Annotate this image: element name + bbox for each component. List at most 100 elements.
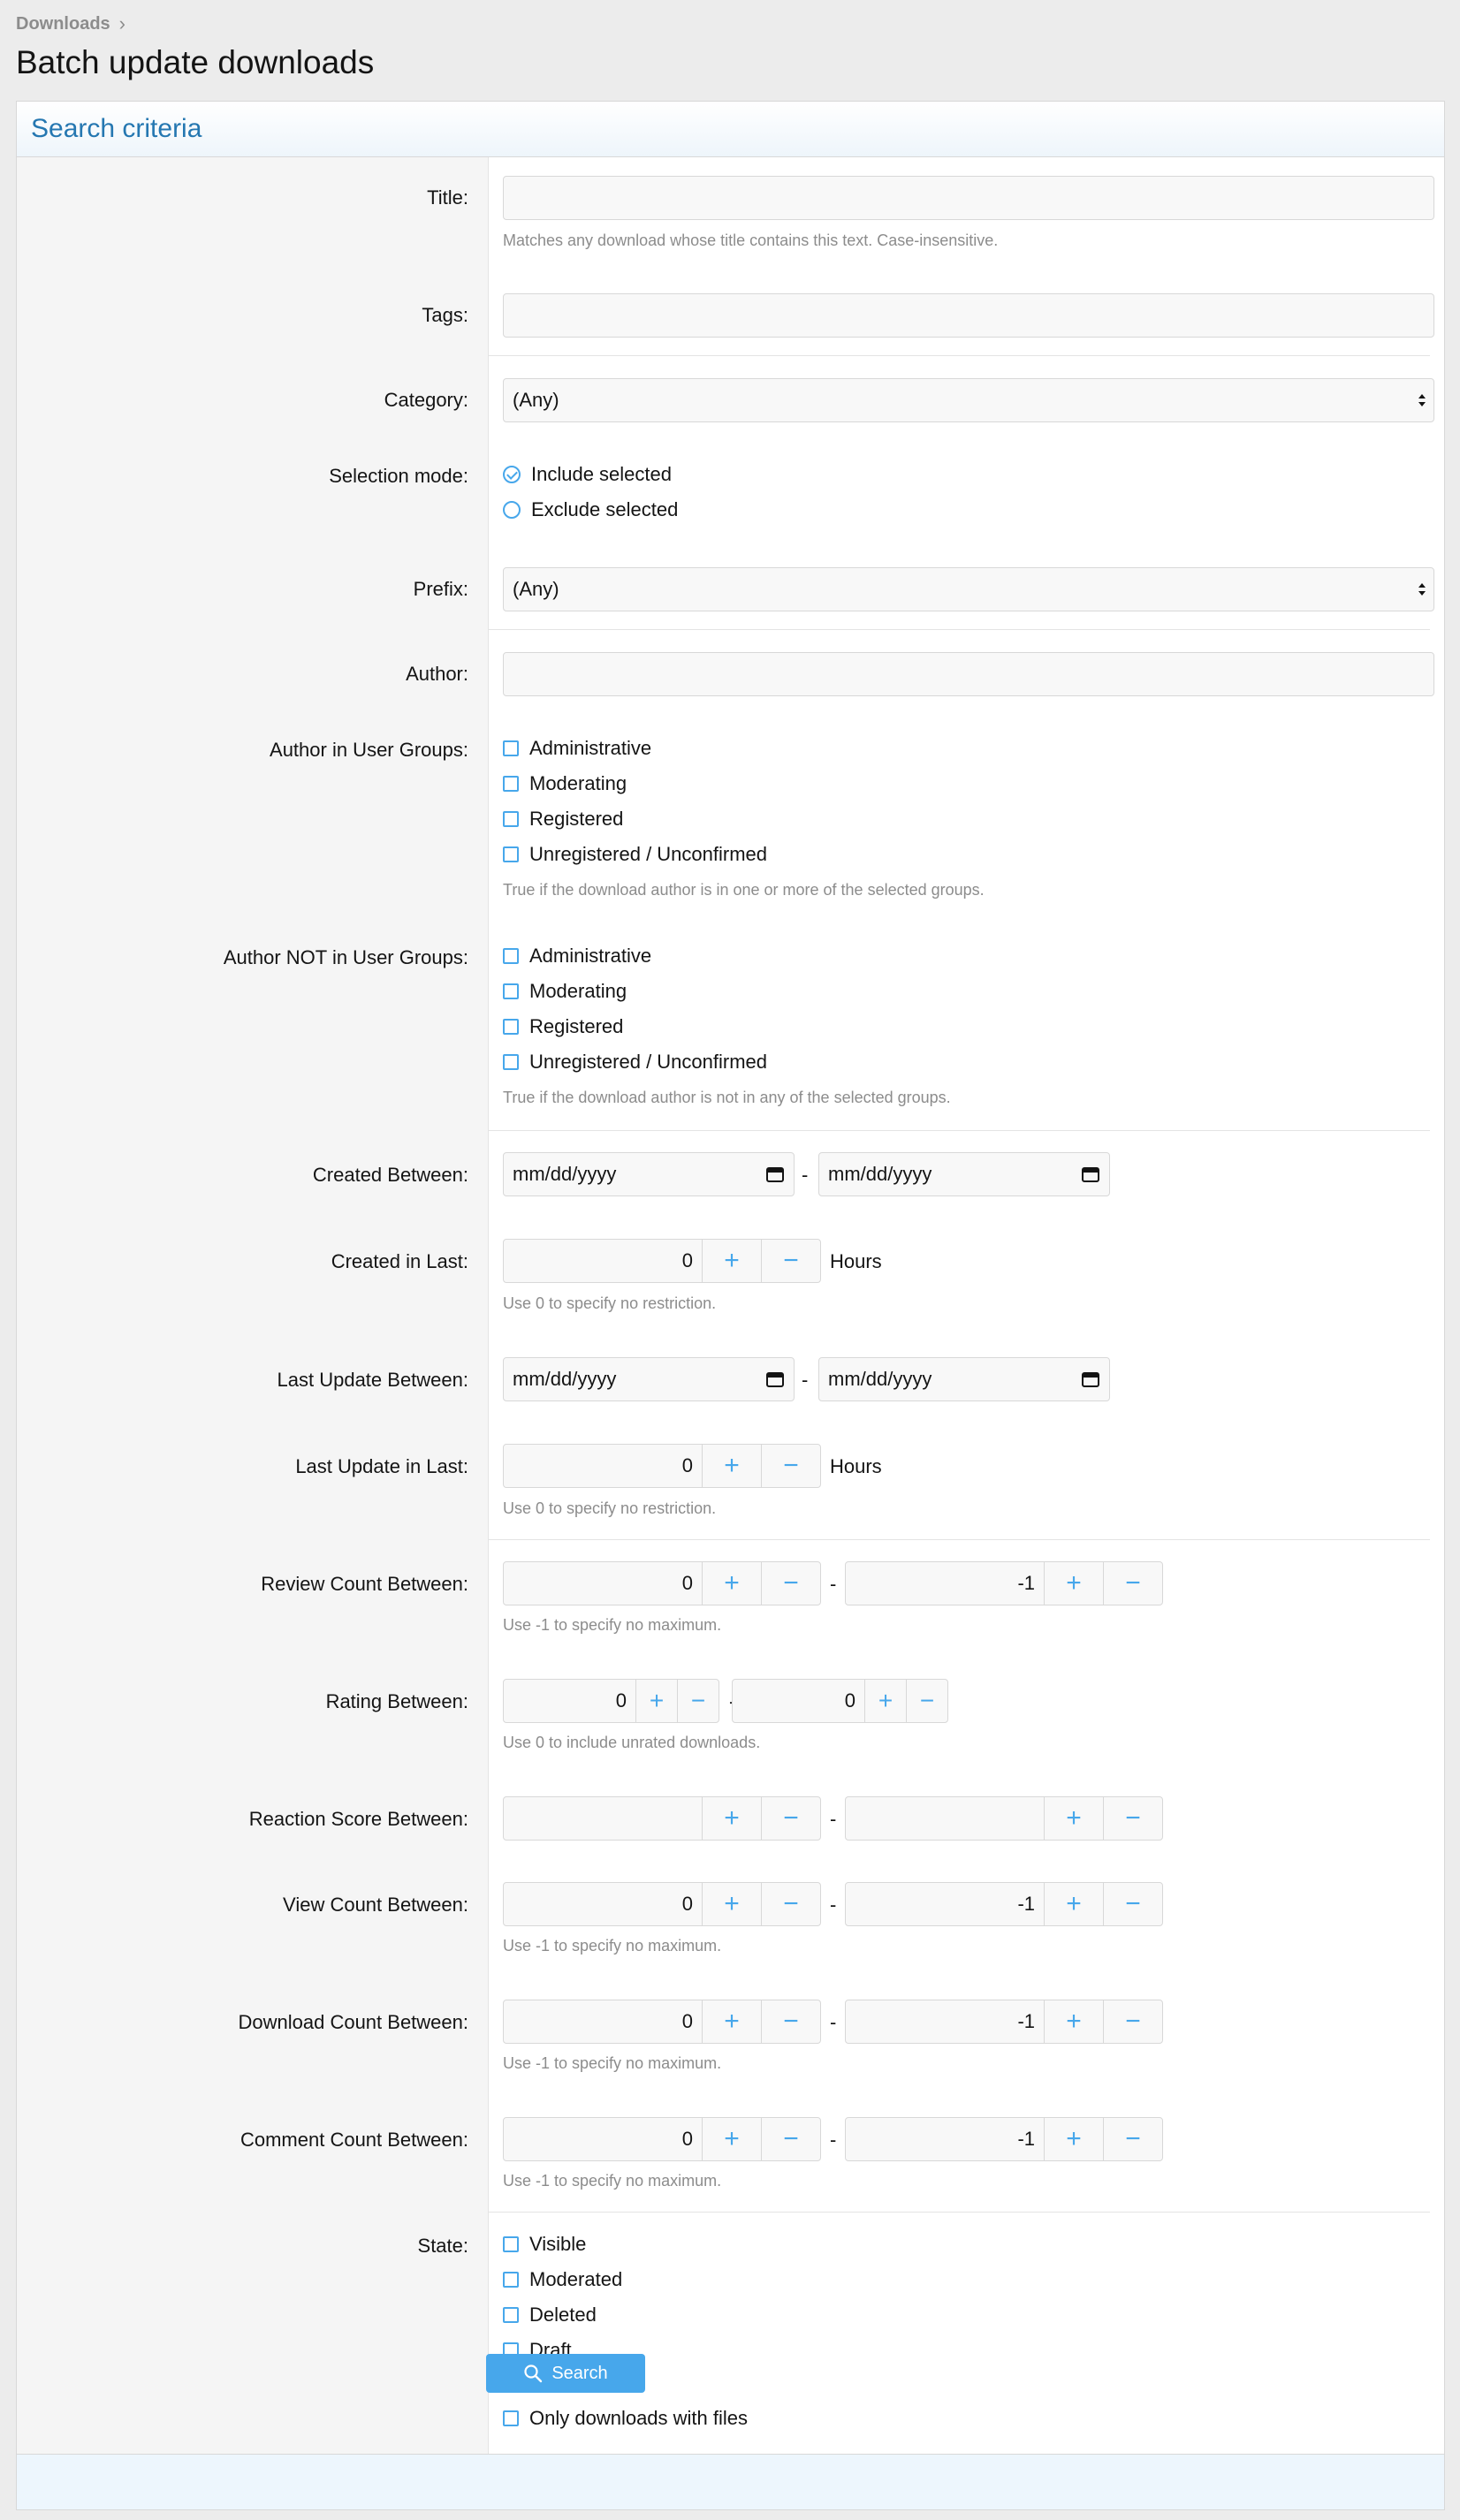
title-input[interactable] xyxy=(503,176,1434,220)
minus-button[interactable]: − xyxy=(761,1562,820,1605)
stepper-value[interactable]: -1 xyxy=(846,2118,1045,2160)
created-end-date[interactable]: mm/dd/yyyy xyxy=(818,1152,1110,1196)
block-header: Search criteria xyxy=(17,102,1444,157)
stepper-value[interactable]: 0 xyxy=(504,1562,703,1605)
minus-button[interactable]: − xyxy=(761,1240,820,1282)
plus-button[interactable]: + xyxy=(703,2118,761,2160)
breadcrumb-downloads-link[interactable]: Downloads xyxy=(16,14,110,34)
download-count-min-stepper[interactable]: 0 + − xyxy=(503,2000,821,2044)
created-start-date[interactable]: mm/dd/yyyy xyxy=(503,1152,795,1196)
author-in-group-checkbox[interactable]: Unregistered / Unconfirmed xyxy=(503,843,767,866)
title-hint: Matches any download whose title contain… xyxy=(503,232,999,249)
created-in-last-stepper[interactable]: 0 + − xyxy=(503,1239,821,1283)
tags-input[interactable] xyxy=(503,293,1434,338)
rating-hint: Use 0 to include unrated downloads. xyxy=(503,1734,761,1751)
state-moderated-checkbox[interactable]: Moderated xyxy=(503,2268,622,2291)
stepper-value[interactable]: -1 xyxy=(846,2000,1045,2043)
only-files-checkbox[interactable]: Only downloads with files xyxy=(503,2407,748,2430)
author-input[interactable] xyxy=(503,652,1434,696)
minus-button[interactable]: − xyxy=(1103,1562,1162,1605)
author-in-group-checkbox[interactable]: Moderating xyxy=(503,772,627,795)
created-between-label: Created Between: xyxy=(312,1164,468,1186)
comment-count-max-stepper[interactable]: -1 + − xyxy=(845,2117,1163,2161)
rating-min-stepper[interactable]: 0 + − xyxy=(503,1679,719,1723)
plus-button[interactable]: + xyxy=(1045,1797,1103,1840)
last-update-end-date[interactable]: mm/dd/yyyy xyxy=(818,1357,1110,1401)
stepper-value[interactable] xyxy=(846,1797,1045,1840)
plus-button[interactable]: + xyxy=(703,1562,761,1605)
download-count-max-stepper[interactable]: -1 + − xyxy=(845,2000,1163,2044)
stepper-value[interactable]: 0 xyxy=(504,1680,636,1722)
minus-button[interactable]: − xyxy=(761,1797,820,1840)
author-in-group-checkbox[interactable]: Administrative xyxy=(503,737,651,760)
stepper-value[interactable]: -1 xyxy=(846,1883,1045,1925)
stepper-value[interactable]: 0 xyxy=(733,1680,865,1722)
review-count-max-stepper[interactable]: -1 + − xyxy=(845,1561,1163,1605)
minus-button[interactable]: − xyxy=(906,1680,947,1722)
reaction-score-min-stepper[interactable]: + − xyxy=(503,1796,821,1841)
plus-button[interactable]: + xyxy=(703,1797,761,1840)
last-update-start-date[interactable]: mm/dd/yyyy xyxy=(503,1357,795,1401)
checkbox-icon xyxy=(503,811,519,827)
state-visible-checkbox[interactable]: Visible xyxy=(503,2233,586,2256)
stepper-value[interactable]: 0 xyxy=(504,1883,703,1925)
view-count-max-stepper[interactable]: -1 + − xyxy=(845,1882,1163,1926)
author-not-in-group-checkbox[interactable]: Moderating xyxy=(503,980,627,1003)
stepper-value[interactable]: 0 xyxy=(504,1240,703,1282)
form-footer xyxy=(17,2454,1444,2509)
comment-count-min-stepper[interactable]: 0 + − xyxy=(503,2117,821,2161)
plus-button[interactable]: + xyxy=(1045,1562,1103,1605)
review-count-label: Review Count Between: xyxy=(261,1573,468,1595)
prefix-select-value: (Any) xyxy=(513,578,559,600)
plus-button[interactable]: + xyxy=(703,1240,761,1282)
prefix-select[interactable]: (Any) xyxy=(503,567,1434,611)
selection-mode-exclude-radio[interactable]: Exclude selected xyxy=(503,498,678,521)
minus-button[interactable]: − xyxy=(761,2118,820,2160)
selection-mode-include-radio[interactable]: Include selected xyxy=(503,463,672,486)
plus-button[interactable]: + xyxy=(703,1883,761,1925)
minus-button[interactable]: − xyxy=(761,2000,820,2043)
plus-button[interactable]: + xyxy=(865,1680,906,1722)
plus-button[interactable]: + xyxy=(636,1680,677,1722)
calendar-icon[interactable] xyxy=(1081,1165,1100,1183)
divider xyxy=(489,1539,1430,1540)
last-update-in-last-label: Last Update in Last: xyxy=(295,1455,468,1477)
reaction-score-max-stepper[interactable]: + − xyxy=(845,1796,1163,1841)
calendar-icon[interactable] xyxy=(765,1370,785,1388)
stepper-value[interactable] xyxy=(504,1797,703,1840)
calendar-icon[interactable] xyxy=(1081,1370,1100,1388)
category-select[interactable]: (Any) xyxy=(503,378,1434,422)
stepper-value[interactable]: -1 xyxy=(846,1562,1045,1605)
breadcrumb: Downloads › xyxy=(16,12,125,35)
author-not-in-group-checkbox[interactable]: Administrative xyxy=(503,945,651,968)
minus-button[interactable]: − xyxy=(1103,1797,1162,1840)
last-update-in-last-stepper[interactable]: 0 + − xyxy=(503,1444,821,1488)
plus-button[interactable]: + xyxy=(1045,2118,1103,2160)
calendar-icon[interactable] xyxy=(765,1165,785,1183)
view-count-min-stepper[interactable]: 0 + − xyxy=(503,1882,821,1926)
minus-button[interactable]: − xyxy=(1103,2000,1162,2043)
author-in-group-checkbox[interactable]: Registered xyxy=(503,808,623,831)
unit-label: Hours xyxy=(830,1455,882,1477)
state-deleted-checkbox[interactable]: Deleted xyxy=(503,2304,597,2326)
plus-button[interactable]: + xyxy=(703,2000,761,2043)
author-not-in-group-checkbox[interactable]: Registered xyxy=(503,1015,623,1038)
minus-button[interactable]: − xyxy=(1103,1883,1162,1925)
review-count-min-stepper[interactable]: 0 + − xyxy=(503,1561,821,1605)
created-in-last-label: Created in Last: xyxy=(331,1250,468,1272)
stepper-value[interactable]: 0 xyxy=(504,2000,703,2043)
stepper-value[interactable]: 0 xyxy=(504,1445,703,1487)
stepper-value[interactable]: 0 xyxy=(504,2118,703,2160)
checkbox-icon xyxy=(503,2307,519,2323)
plus-button[interactable]: + xyxy=(1045,1883,1103,1925)
minus-button[interactable]: − xyxy=(761,1445,820,1487)
author-in-groups-hint: True if the download author is in one or… xyxy=(503,881,985,899)
rating-max-stepper[interactable]: 0 + − xyxy=(732,1679,948,1723)
minus-button[interactable]: − xyxy=(677,1680,719,1722)
author-not-in-group-checkbox[interactable]: Unregistered / Unconfirmed xyxy=(503,1051,767,1074)
plus-button[interactable]: + xyxy=(1045,2000,1103,2043)
plus-button[interactable]: + xyxy=(703,1445,761,1487)
search-button[interactable]: Search xyxy=(486,2354,645,2393)
minus-button[interactable]: − xyxy=(761,1883,820,1925)
minus-button[interactable]: − xyxy=(1103,2118,1162,2160)
